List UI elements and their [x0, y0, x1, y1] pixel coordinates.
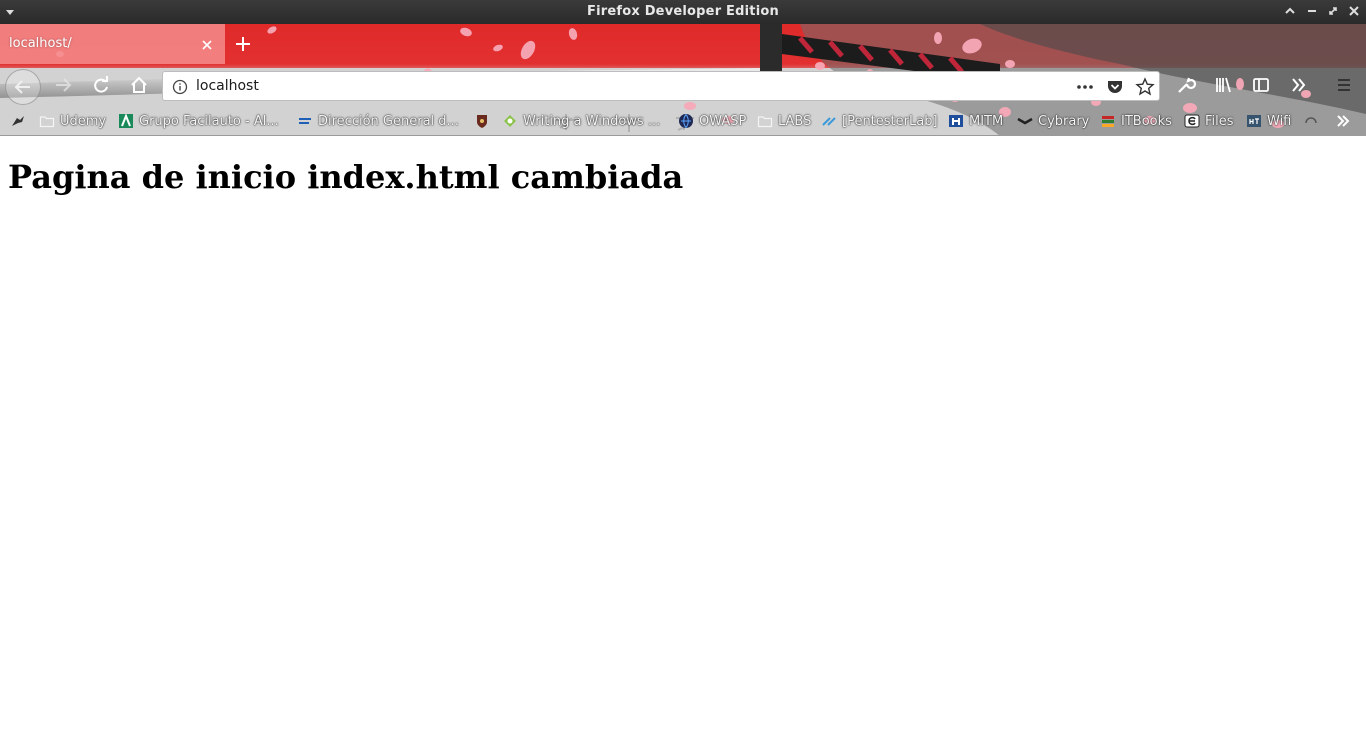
home-icon	[131, 76, 147, 93]
bookmark-label: ITBooks	[1121, 113, 1172, 129]
tab-title: localhost/	[9, 36, 72, 51]
bookmark-item-partial[interactable]	[1303, 111, 1324, 131]
back-button[interactable]	[5, 69, 41, 105]
bookmark-label: MITM	[969, 113, 1004, 129]
bookmark-label: Files	[1205, 113, 1234, 129]
bookmark-label: Dirección General d...	[318, 113, 459, 129]
folder-icon	[39, 113, 55, 129]
bookmark-item-itbooks[interactable]: ITBooks	[1100, 111, 1172, 131]
window-shade-button[interactable]	[1283, 4, 1297, 18]
bookmark-item-wifi[interactable]: Wifi	[1246, 111, 1291, 131]
bookmark-label: Cybrary	[1038, 113, 1090, 129]
folder-icon	[757, 113, 773, 129]
arrow-left-icon	[14, 80, 30, 94]
toolbar-separator	[0, 135, 1366, 136]
pentesterlab-icon	[821, 113, 837, 129]
page-actions-icon[interactable]	[1075, 77, 1095, 97]
navigation-toolbar	[0, 68, 1366, 106]
reload-button[interactable]	[84, 68, 118, 102]
bookmark-item-labs[interactable]: LABS	[757, 111, 811, 131]
cybrary-icon	[1017, 113, 1033, 129]
window-titlebar: Firefox Developer Edition	[0, 0, 1366, 24]
browser-toolbar-area: localhost/ localhost Udemy Grupo Facilau…	[0, 24, 1366, 136]
overflow-menu-button[interactable]	[1282, 68, 1316, 102]
bookmark-star-icon[interactable]	[1135, 77, 1155, 97]
pocket-icon[interactable]	[1105, 77, 1125, 97]
bird-icon	[10, 113, 26, 129]
tab-close-icon[interactable]	[200, 37, 214, 51]
bookmark-label: Udemy	[60, 113, 107, 129]
bookmark-label: Wifi	[1267, 113, 1292, 129]
wrench-icon	[1178, 77, 1197, 93]
crest-icon	[474, 113, 490, 129]
tab-localhost[interactable]: localhost/	[0, 24, 225, 64]
bookmark-item-dgt[interactable]: Dirección General d...	[297, 111, 459, 131]
bookmark-item-1[interactable]	[10, 111, 31, 131]
bookmark-item-pentesterlab[interactable]: [PentesterLab]	[821, 111, 938, 131]
hamburger-menu-icon	[1338, 79, 1350, 91]
home-button[interactable]	[122, 68, 156, 102]
files-icon	[1184, 113, 1200, 129]
globe-icon	[678, 113, 694, 129]
window-minimize-button[interactable]	[1305, 4, 1319, 18]
android-icon	[502, 113, 518, 129]
site-info-icon[interactable]	[172, 79, 188, 95]
bookmarks-toolbar: Udemy Grupo Facilauto - Al... Dirección …	[0, 108, 1366, 134]
forward-button[interactable]	[46, 68, 80, 102]
developer-tools-button[interactable]	[1168, 68, 1202, 102]
bookmark-item-writing-windows[interactable]: Writing a Windows ...	[502, 111, 660, 131]
bookmark-item-crest[interactable]	[474, 111, 495, 131]
bookmark-label: Grupo Facilauto - Al...	[139, 113, 279, 129]
library-button[interactable]	[1206, 68, 1240, 102]
loading-icon	[1303, 113, 1319, 129]
bookmark-item-mitm[interactable]: MITM	[948, 111, 1003, 131]
bookmarks-overflow-button[interactable]	[1335, 111, 1356, 131]
sidebar-icon	[1253, 78, 1269, 92]
new-tab-button[interactable]	[234, 35, 252, 53]
url-bar[interactable]	[162, 71, 1160, 101]
bookmark-label: [PentesterLab]	[842, 113, 938, 129]
arrow-right-icon	[56, 78, 72, 92]
bookmark-label: LABS	[778, 113, 812, 129]
mitm-icon	[948, 113, 964, 129]
url-input[interactable]	[196, 76, 1056, 96]
window-title: Firefox Developer Edition	[587, 4, 779, 19]
window-maximize-button[interactable]	[1326, 4, 1340, 18]
reload-icon	[94, 76, 108, 93]
ht-icon	[1246, 113, 1262, 129]
bookmark-item-owasp[interactable]: OWASP	[678, 111, 746, 131]
window-close-button[interactable]	[1347, 4, 1361, 18]
page-content: Pagina de inicio index.html cambiada	[0, 137, 1366, 738]
chevrons-right-icon	[1292, 78, 1306, 92]
bookmark-label: Writing a Windows ...	[523, 113, 661, 129]
app-menu-button[interactable]	[1327, 68, 1361, 102]
books-icon	[1100, 113, 1116, 129]
library-icon	[1216, 77, 1231, 93]
bookmark-item-cybrary[interactable]: Cybrary	[1017, 111, 1089, 131]
facilauto-icon	[118, 113, 134, 129]
bookmark-item-files[interactable]: Files	[1184, 111, 1234, 131]
bookmark-label: OWASP	[699, 113, 747, 129]
page-heading: Pagina de inicio index.html cambiada	[8, 158, 684, 196]
dgt-icon	[297, 113, 313, 129]
bookmark-item-facilauto[interactable]: Grupo Facilauto - Al...	[118, 111, 279, 131]
sidebar-button[interactable]	[1244, 68, 1278, 102]
chevrons-right-icon	[1335, 113, 1351, 129]
bookmark-item-udemy[interactable]: Udemy	[39, 111, 106, 131]
